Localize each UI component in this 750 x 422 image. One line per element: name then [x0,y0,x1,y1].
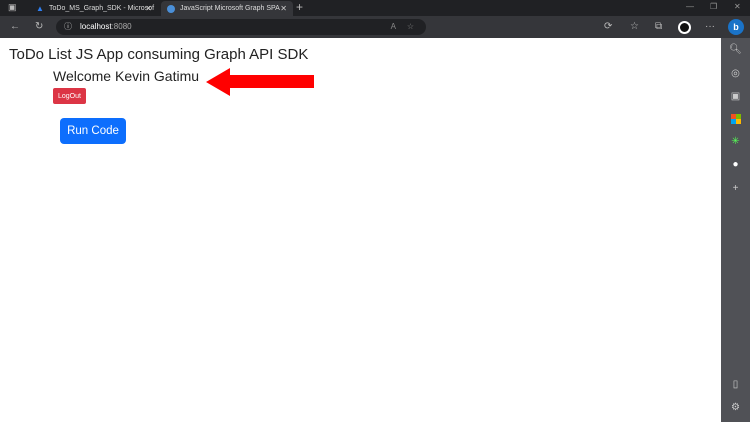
globe-icon [167,4,175,13]
url-field[interactable]: ⓘ localhost:8080 A ☆ [56,19,426,35]
favorites-icon[interactable]: ☆ [630,16,639,38]
hide-sidebar-icon[interactable]: ▯ [721,379,750,390]
close-window-icon[interactable]: ✕ [734,2,741,11]
bing-icon[interactable]: b [728,19,744,35]
run-code-button[interactable]: Run Code [60,118,126,144]
read-aloud-icon[interactable]: A [391,19,396,35]
close-tab-icon[interactable]: ✕ [280,4,287,13]
tab-title: ToDo_MS_Graph_SDK - Microsof [49,5,155,12]
refresh-icon[interactable]: ↻ [35,16,43,38]
address-bar-row: ← ↻ ⓘ localhost:8080 A ☆ ⟳ ☆ ⧉ ··· b [0,16,750,38]
extensions-icon[interactable]: ⟳ [604,16,612,38]
microsoft-365-icon[interactable] [721,114,750,127]
add-favorite-icon[interactable]: ☆ [407,19,414,35]
minimize-icon[interactable]: — [686,2,694,11]
red-arrow-annotation [206,68,314,96]
add-sidebar-icon[interactable]: + [721,183,750,194]
url-port: :8080 [111,22,132,31]
close-tab-icon[interactable]: ✕ [145,4,152,13]
back-icon[interactable]: ← [10,16,20,38]
github-icon[interactable]: ● [721,159,750,170]
tab-graph-spa[interactable]: JavaScript Microsoft Graph SPA ✕ [161,1,293,16]
azure-icon: ▲ [36,3,44,13]
tab-title: JavaScript Microsoft Graph SPA [180,5,280,12]
games-icon[interactable]: ◎ [721,68,750,79]
collections-icon[interactable]: ⧉ [655,16,662,38]
page-title: ToDo List JS App consuming Graph API SDK [9,46,309,63]
office-icon[interactable]: ▣ [721,91,750,102]
tab-todo-graph-sdk[interactable]: ▲ ToDo_MS_Graph_SDK - Microsof ✕ [30,1,158,16]
welcome-message: Welcome Kevin Gatimu [53,68,200,84]
more-icon[interactable]: ··· [705,16,715,38]
url-host: localhost [80,22,112,31]
restore-icon[interactable]: ❐ [710,2,717,11]
settings-icon[interactable]: ⚙ [721,402,750,413]
info-icon: ⓘ [64,22,72,31]
profile-avatar[interactable] [678,21,691,34]
search-icon[interactable]: 🔍︎ [721,44,750,55]
tab-bar: ▣ ▲ ToDo_MS_Graph_SDK - Microsof ✕ JavaS… [0,0,750,16]
edge-sidebar: 🔍︎ ◎ ▣ ✳ ● + ▯ ⚙ [721,38,750,422]
logout-button[interactable]: LogOut [53,88,86,104]
extension-green-icon[interactable]: ✳ [721,136,750,147]
